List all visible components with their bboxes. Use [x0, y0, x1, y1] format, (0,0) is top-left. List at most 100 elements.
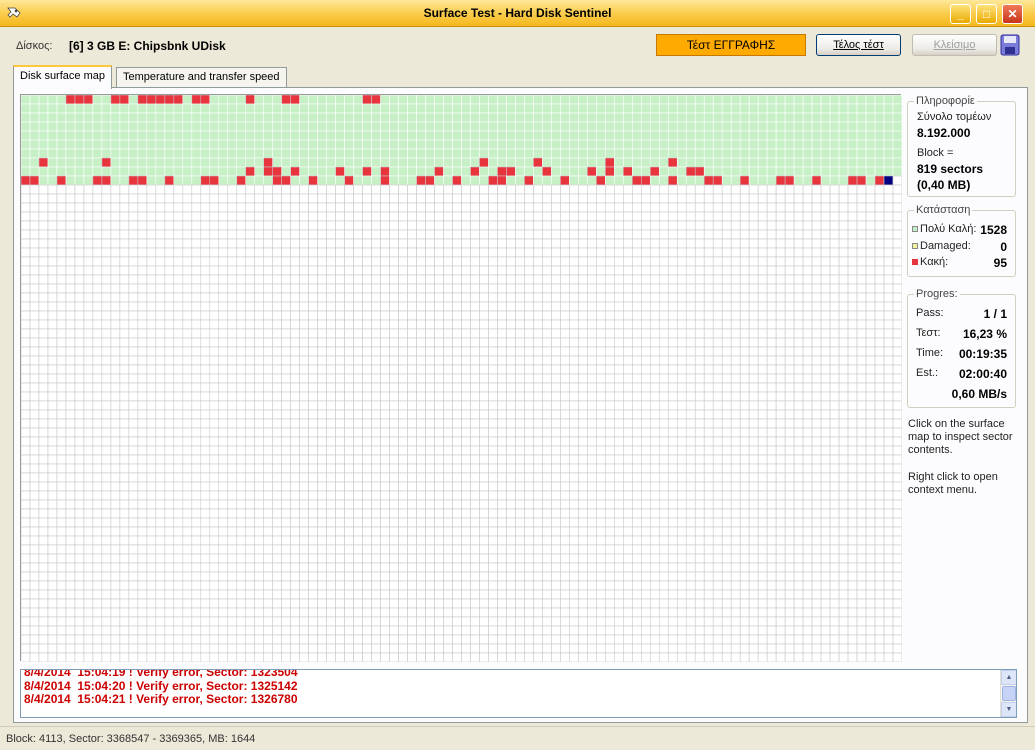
surface-block[interactable] [362, 508, 372, 519]
surface-block[interactable] [416, 229, 426, 240]
surface-block[interactable] [353, 400, 363, 411]
surface-block[interactable] [407, 454, 417, 465]
surface-block[interactable] [200, 130, 211, 141]
surface-block[interactable] [640, 148, 651, 159]
surface-block[interactable] [407, 481, 417, 492]
surface-block[interactable] [820, 436, 831, 447]
surface-block[interactable] [703, 346, 714, 357]
surface-block[interactable] [164, 130, 175, 141]
surface-block[interactable] [245, 193, 256, 204]
surface-block[interactable] [793, 364, 804, 375]
surface-block[interactable] [856, 157, 867, 168]
surface-block[interactable] [694, 544, 705, 555]
surface-block[interactable] [784, 382, 795, 393]
surface-block[interactable] [254, 157, 265, 168]
bad-block[interactable] [308, 175, 318, 186]
surface-block[interactable] [649, 301, 660, 312]
surface-block[interactable] [479, 373, 489, 384]
surface-block[interactable] [542, 508, 552, 519]
surface-block[interactable] [299, 202, 309, 213]
surface-block[interactable] [497, 229, 507, 240]
surface-block[interactable] [515, 463, 525, 474]
surface-block[interactable] [389, 95, 399, 105]
surface-block[interactable] [847, 211, 858, 222]
surface-block[interactable] [263, 418, 274, 429]
surface-block[interactable] [551, 544, 561, 555]
surface-block[interactable] [856, 112, 867, 123]
surface-block[interactable] [200, 103, 211, 114]
surface-block[interactable] [865, 355, 876, 366]
surface-block[interactable] [83, 112, 94, 123]
surface-block[interactable] [155, 211, 166, 222]
surface-block[interactable] [65, 229, 76, 240]
surface-block[interactable] [802, 139, 813, 150]
surface-block[interactable] [290, 292, 300, 303]
surface-block[interactable] [101, 121, 112, 132]
surface-block[interactable] [542, 175, 552, 186]
surface-block[interactable] [317, 445, 327, 456]
surface-block[interactable] [533, 139, 543, 150]
surface-block[interactable] [524, 517, 534, 528]
surface-block[interactable] [676, 382, 687, 393]
surface-block[interactable] [632, 121, 642, 132]
surface-block[interactable] [730, 499, 741, 510]
surface-block[interactable] [290, 112, 300, 123]
surface-block[interactable] [802, 445, 813, 456]
surface-block[interactable] [623, 184, 633, 195]
surface-block[interactable] [254, 499, 265, 510]
surface-block[interactable] [272, 490, 283, 501]
surface-block[interactable] [443, 112, 453, 123]
surface-block[interactable] [685, 184, 696, 195]
surface-block[interactable] [739, 427, 750, 438]
surface-block[interactable] [623, 310, 633, 321]
surface-block[interactable] [119, 157, 130, 168]
surface-block[interactable] [200, 301, 211, 312]
surface-block[interactable] [667, 193, 678, 204]
surface-block[interactable] [21, 130, 31, 141]
surface-block[interactable] [137, 517, 148, 528]
surface-block[interactable] [605, 175, 615, 186]
surface-block[interactable] [614, 463, 624, 474]
surface-block[interactable] [416, 454, 426, 465]
surface-block[interactable] [425, 166, 435, 177]
surface-block[interactable] [739, 202, 750, 213]
surface-block[interactable] [245, 319, 256, 330]
surface-block[interactable] [290, 238, 300, 249]
surface-block[interactable] [218, 391, 229, 402]
surface-block[interactable] [685, 256, 696, 267]
surface-block[interactable] [191, 220, 202, 231]
surface-block[interactable] [640, 490, 651, 501]
surface-block[interactable] [380, 265, 390, 276]
surface-block[interactable] [353, 139, 363, 150]
surface-block[interactable] [362, 400, 372, 411]
surface-block[interactable] [110, 400, 121, 411]
surface-block[interactable] [371, 391, 381, 402]
surface-block[interactable] [775, 283, 786, 294]
surface-block[interactable] [407, 220, 417, 231]
surface-block[interactable] [470, 400, 480, 411]
surface-block[interactable] [209, 301, 220, 312]
surface-block[interactable] [101, 301, 112, 312]
surface-block[interactable] [227, 211, 238, 222]
surface-block[interactable] [847, 400, 858, 411]
surface-block[interactable] [281, 193, 291, 204]
surface-block[interactable] [676, 175, 687, 186]
surface-block[interactable] [488, 193, 498, 204]
surface-block[interactable] [712, 445, 723, 456]
surface-block[interactable] [667, 112, 678, 123]
surface-block[interactable] [640, 265, 651, 276]
surface-block[interactable] [191, 256, 202, 267]
surface-block[interactable] [506, 112, 516, 123]
surface-block[interactable] [398, 95, 408, 105]
surface-block[interactable] [605, 391, 615, 402]
surface-block[interactable] [658, 139, 669, 150]
surface-block[interactable] [596, 112, 606, 123]
surface-block[interactable] [640, 499, 651, 510]
surface-block[interactable] [551, 148, 561, 159]
surface-block[interactable] [173, 274, 184, 285]
surface-block[interactable] [254, 346, 265, 357]
surface-block[interactable] [811, 211, 822, 222]
surface-block[interactable] [658, 310, 669, 321]
surface-block[interactable] [587, 436, 597, 447]
surface-block[interactable] [362, 283, 372, 294]
